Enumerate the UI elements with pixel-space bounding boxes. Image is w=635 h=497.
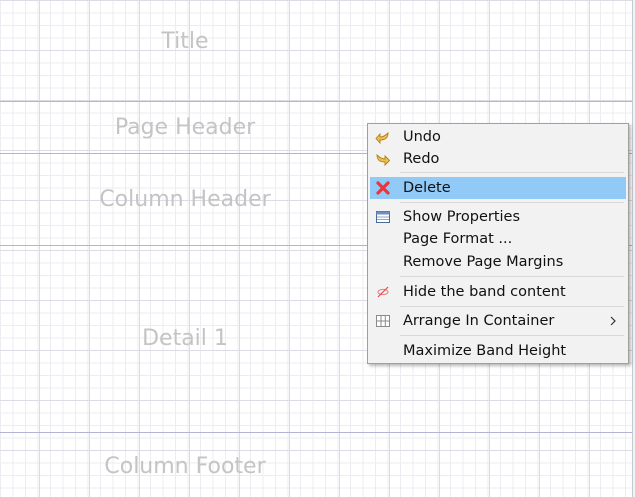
menu-item-label: Page Format ... [403,231,513,247]
menu-item-undo[interactable]: Undo [370,126,626,148]
title-band-bottom-line[interactable] [0,101,632,102]
menu-item-label: Undo [403,129,441,145]
hide-eye-icon [377,286,389,298]
menu-item-label: Redo [403,151,440,167]
column-footer-band-label: Column Footer [104,454,266,479]
menu-separator [400,202,624,203]
column-header-band-label: Column Header [99,187,271,212]
menu-item-label: Show Properties [403,209,521,225]
menu-item-label: Arrange In Container [403,313,555,329]
menu-item-page-format[interactable]: Page Format ... [370,228,626,250]
menu-separator [400,306,624,307]
redo-arrow-icon [376,153,391,167]
menu-item-maximize-band-height[interactable]: Maximize Band Height [370,340,626,362]
chevron-right-icon [610,316,616,326]
detail-band-bottom-line[interactable] [0,432,632,433]
menu-item-label: Remove Page Margins [403,254,564,270]
page-header-band-label: Page Header [114,115,256,140]
menu-item-remove-page-margins[interactable]: Remove Page Margins [370,251,626,273]
context-menu: Undo Redo Delete Show Properties Page Fo… [367,123,629,364]
undo-arrow-icon [375,131,389,145]
menu-separator [400,276,624,277]
title-band-label: Title [161,29,209,54]
menu-item-show-properties[interactable]: Show Properties [370,206,626,228]
menu-separator [400,172,624,173]
menu-item-label: Hide the band content [403,284,566,300]
menu-item-hide-band-content[interactable]: Hide the band content [370,281,626,303]
menu-item-arrange-in-container[interactable]: Arrange In Container [370,310,626,332]
menu-separator [400,335,624,336]
menu-item-delete[interactable]: Delete [370,177,626,199]
menu-item-label: Delete [403,180,451,196]
detail-band-label: Detail 1 [142,326,228,351]
grid-container-icon [376,315,390,327]
properties-table-icon [376,211,390,223]
menu-item-label: Maximize Band Height [403,343,567,359]
menu-item-redo[interactable]: Redo [370,148,626,170]
red-x-delete-icon [376,181,390,195]
